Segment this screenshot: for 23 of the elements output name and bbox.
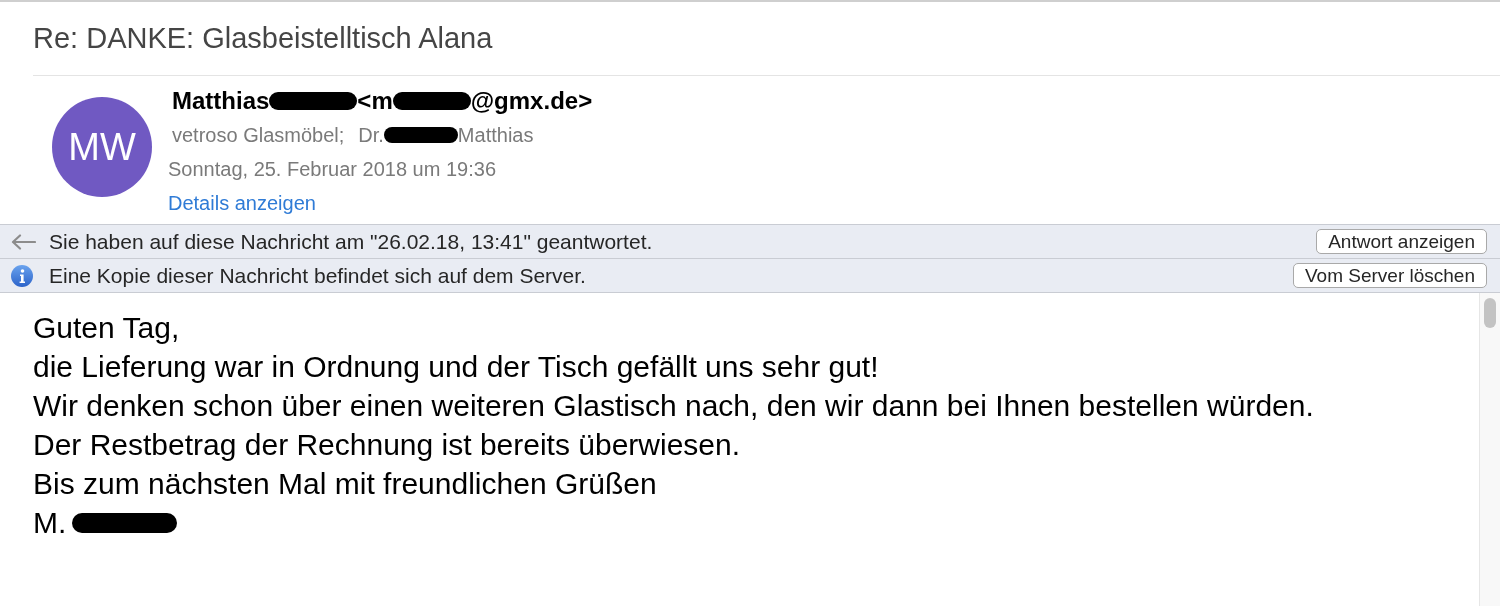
message-date: Sonntag, 25. Februar 2018 um 19:36 <box>168 157 496 182</box>
notice-text: Sie haben auf diese Nachricht am "26.02.18, 13:41" geantwortet. <box>49 228 653 255</box>
recipient-name: Matthias <box>457 123 534 148</box>
sender-address: <m <box>357 86 393 116</box>
message-line: Bis zum nächsten Mal mit freundlichen Grüßen <box>33 466 657 502</box>
show-reply-button[interactable]: Antwort anzeigen <box>1316 229 1487 254</box>
show-details-link[interactable]: Details anzeigen <box>168 188 316 218</box>
recipient-name: Dr. <box>358 123 384 148</box>
email-subject: Re: DANKE: Glasbeistelltisch Alana <box>33 22 493 54</box>
message-line: Guten Tag, <box>33 310 180 346</box>
sender-avatar: MW <box>52 97 152 197</box>
message-line: Der Restbetrag der Rechnung ist bereits überwiesen. <box>33 427 741 463</box>
recipient-name: vetroso Glasmöbel; <box>172 123 345 148</box>
signature-text: M. <box>33 505 67 541</box>
scrollbar-thumb[interactable] <box>1484 298 1496 328</box>
sender-address: @gmx.de> <box>470 86 593 116</box>
message-line: die Lieferung war in Ordnung und der Tisch gefällt uns sehr gut! <box>33 349 879 385</box>
back-arrow-icon <box>11 233 36 250</box>
notice-text: Eine Kopie dieser Nachricht befindet sich auf dem Server. <box>49 262 586 289</box>
delete-from-server-button[interactable]: Vom Server löschen <box>1292 263 1487 288</box>
info-icon <box>11 264 33 287</box>
sender-name: Matthias <box>172 86 270 116</box>
message-line: Wir denken schon über einen weiteren Glastisch nach, den wir dann bei Ihnen bestellen würden. <box>33 388 1314 424</box>
